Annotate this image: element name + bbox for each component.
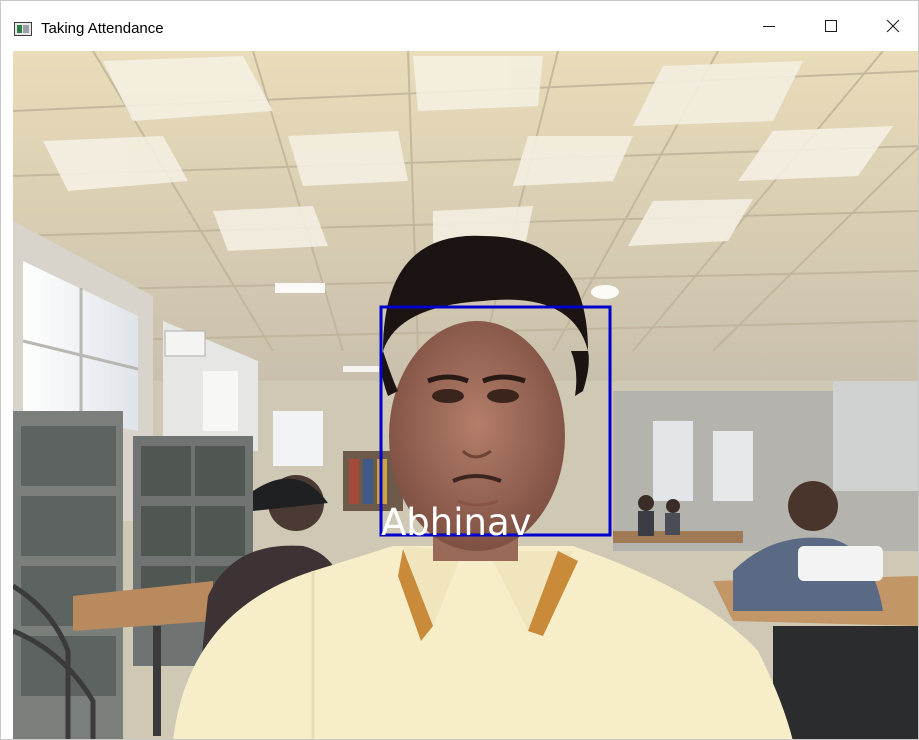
camera-frame: Abhinav bbox=[13, 51, 918, 739]
window-title: Taking Attendance bbox=[41, 20, 164, 37]
attendance-window: Taking Attendance Abhinav bbox=[0, 0, 919, 740]
app-window-icon bbox=[14, 22, 32, 36]
maximize-button[interactable] bbox=[808, 1, 854, 51]
title-bar[interactable]: Taking Attendance bbox=[1, 1, 918, 51]
close-icon bbox=[886, 19, 900, 33]
close-button[interactable] bbox=[870, 1, 916, 51]
camera-feed: Abhinav bbox=[13, 51, 918, 739]
detected-name-label: Abhinav bbox=[381, 501, 532, 544]
minimize-icon bbox=[763, 26, 775, 27]
maximize-icon bbox=[825, 20, 837, 32]
minimize-button[interactable] bbox=[746, 1, 792, 51]
